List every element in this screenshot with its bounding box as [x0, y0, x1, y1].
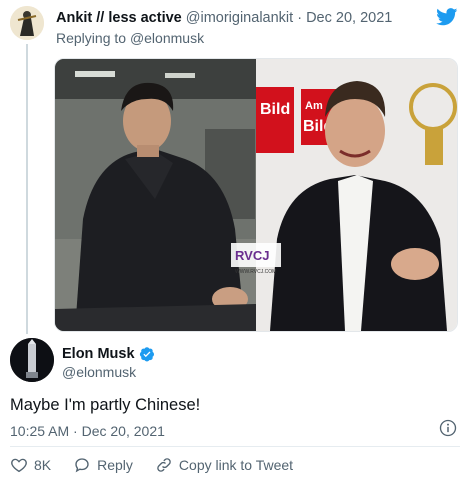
reply-bubble-icon [75, 458, 89, 473]
tweet-author-avatar[interactable] [10, 338, 54, 382]
tweet-author-line: Elon Musk [62, 346, 155, 362]
thread-connector-line [26, 44, 28, 334]
reply-label: Reply [97, 457, 133, 473]
reply-author-line: Ankit // less active @imoriginalankit · … [56, 10, 392, 26]
replying-prefix: Replying to [56, 30, 127, 46]
tweet-author-handle[interactable]: @elonmusk [62, 364, 136, 380]
watermark-url: WWW.RVCJ.COM [235, 269, 276, 275]
verified-badge-icon [139, 347, 154, 362]
copy-link-button[interactable]: Copy link to Tweet [155, 456, 293, 474]
tweet-media-image[interactable]: Bild Am Bild RVCJ WWW.RVCJ.COM [54, 58, 458, 332]
replying-to-handle[interactable]: @elonmusk [130, 30, 204, 46]
tweet-text: Maybe I'm partly Chinese! [10, 396, 201, 414]
reply-author-name[interactable]: Ankit // less active [56, 10, 182, 26]
info-icon[interactable] [439, 419, 457, 437]
sign-text-1: Bild [260, 101, 290, 118]
tweet-time[interactable]: 10:25 AM [10, 423, 69, 439]
tweet-date[interactable]: Dec 20, 2021 [82, 423, 165, 439]
reply-date[interactable]: Dec 20, 2021 [306, 10, 392, 26]
like-button[interactable]: 8K [10, 456, 51, 474]
tweet-divider [10, 446, 460, 447]
sign-text-2: Am [305, 100, 323, 112]
tweet-author-name[interactable]: Elon Musk [62, 346, 135, 362]
twitter-bird-icon[interactable] [436, 8, 458, 26]
reply-author-avatar[interactable] [10, 6, 44, 40]
reply-button[interactable]: Reply [73, 456, 133, 474]
reply-author-handle[interactable]: @imoriginalankit [186, 10, 293, 26]
tweet-timestamp[interactable]: 10:25 AM · Dec 20, 2021 [10, 423, 165, 439]
replying-to-line: Replying to @elonmusk [56, 30, 204, 46]
tweet-separator: · [73, 423, 78, 439]
watermark-logo: RVCJ [235, 248, 269, 263]
tweet-action-bar: 8K Reply Copy link to Tweet [10, 456, 315, 474]
reply-separator: · [297, 10, 303, 26]
link-icon [157, 458, 171, 472]
copy-link-label: Copy link to Tweet [178, 457, 294, 473]
heart-icon [11, 458, 27, 473]
like-count: 8K [34, 457, 52, 473]
